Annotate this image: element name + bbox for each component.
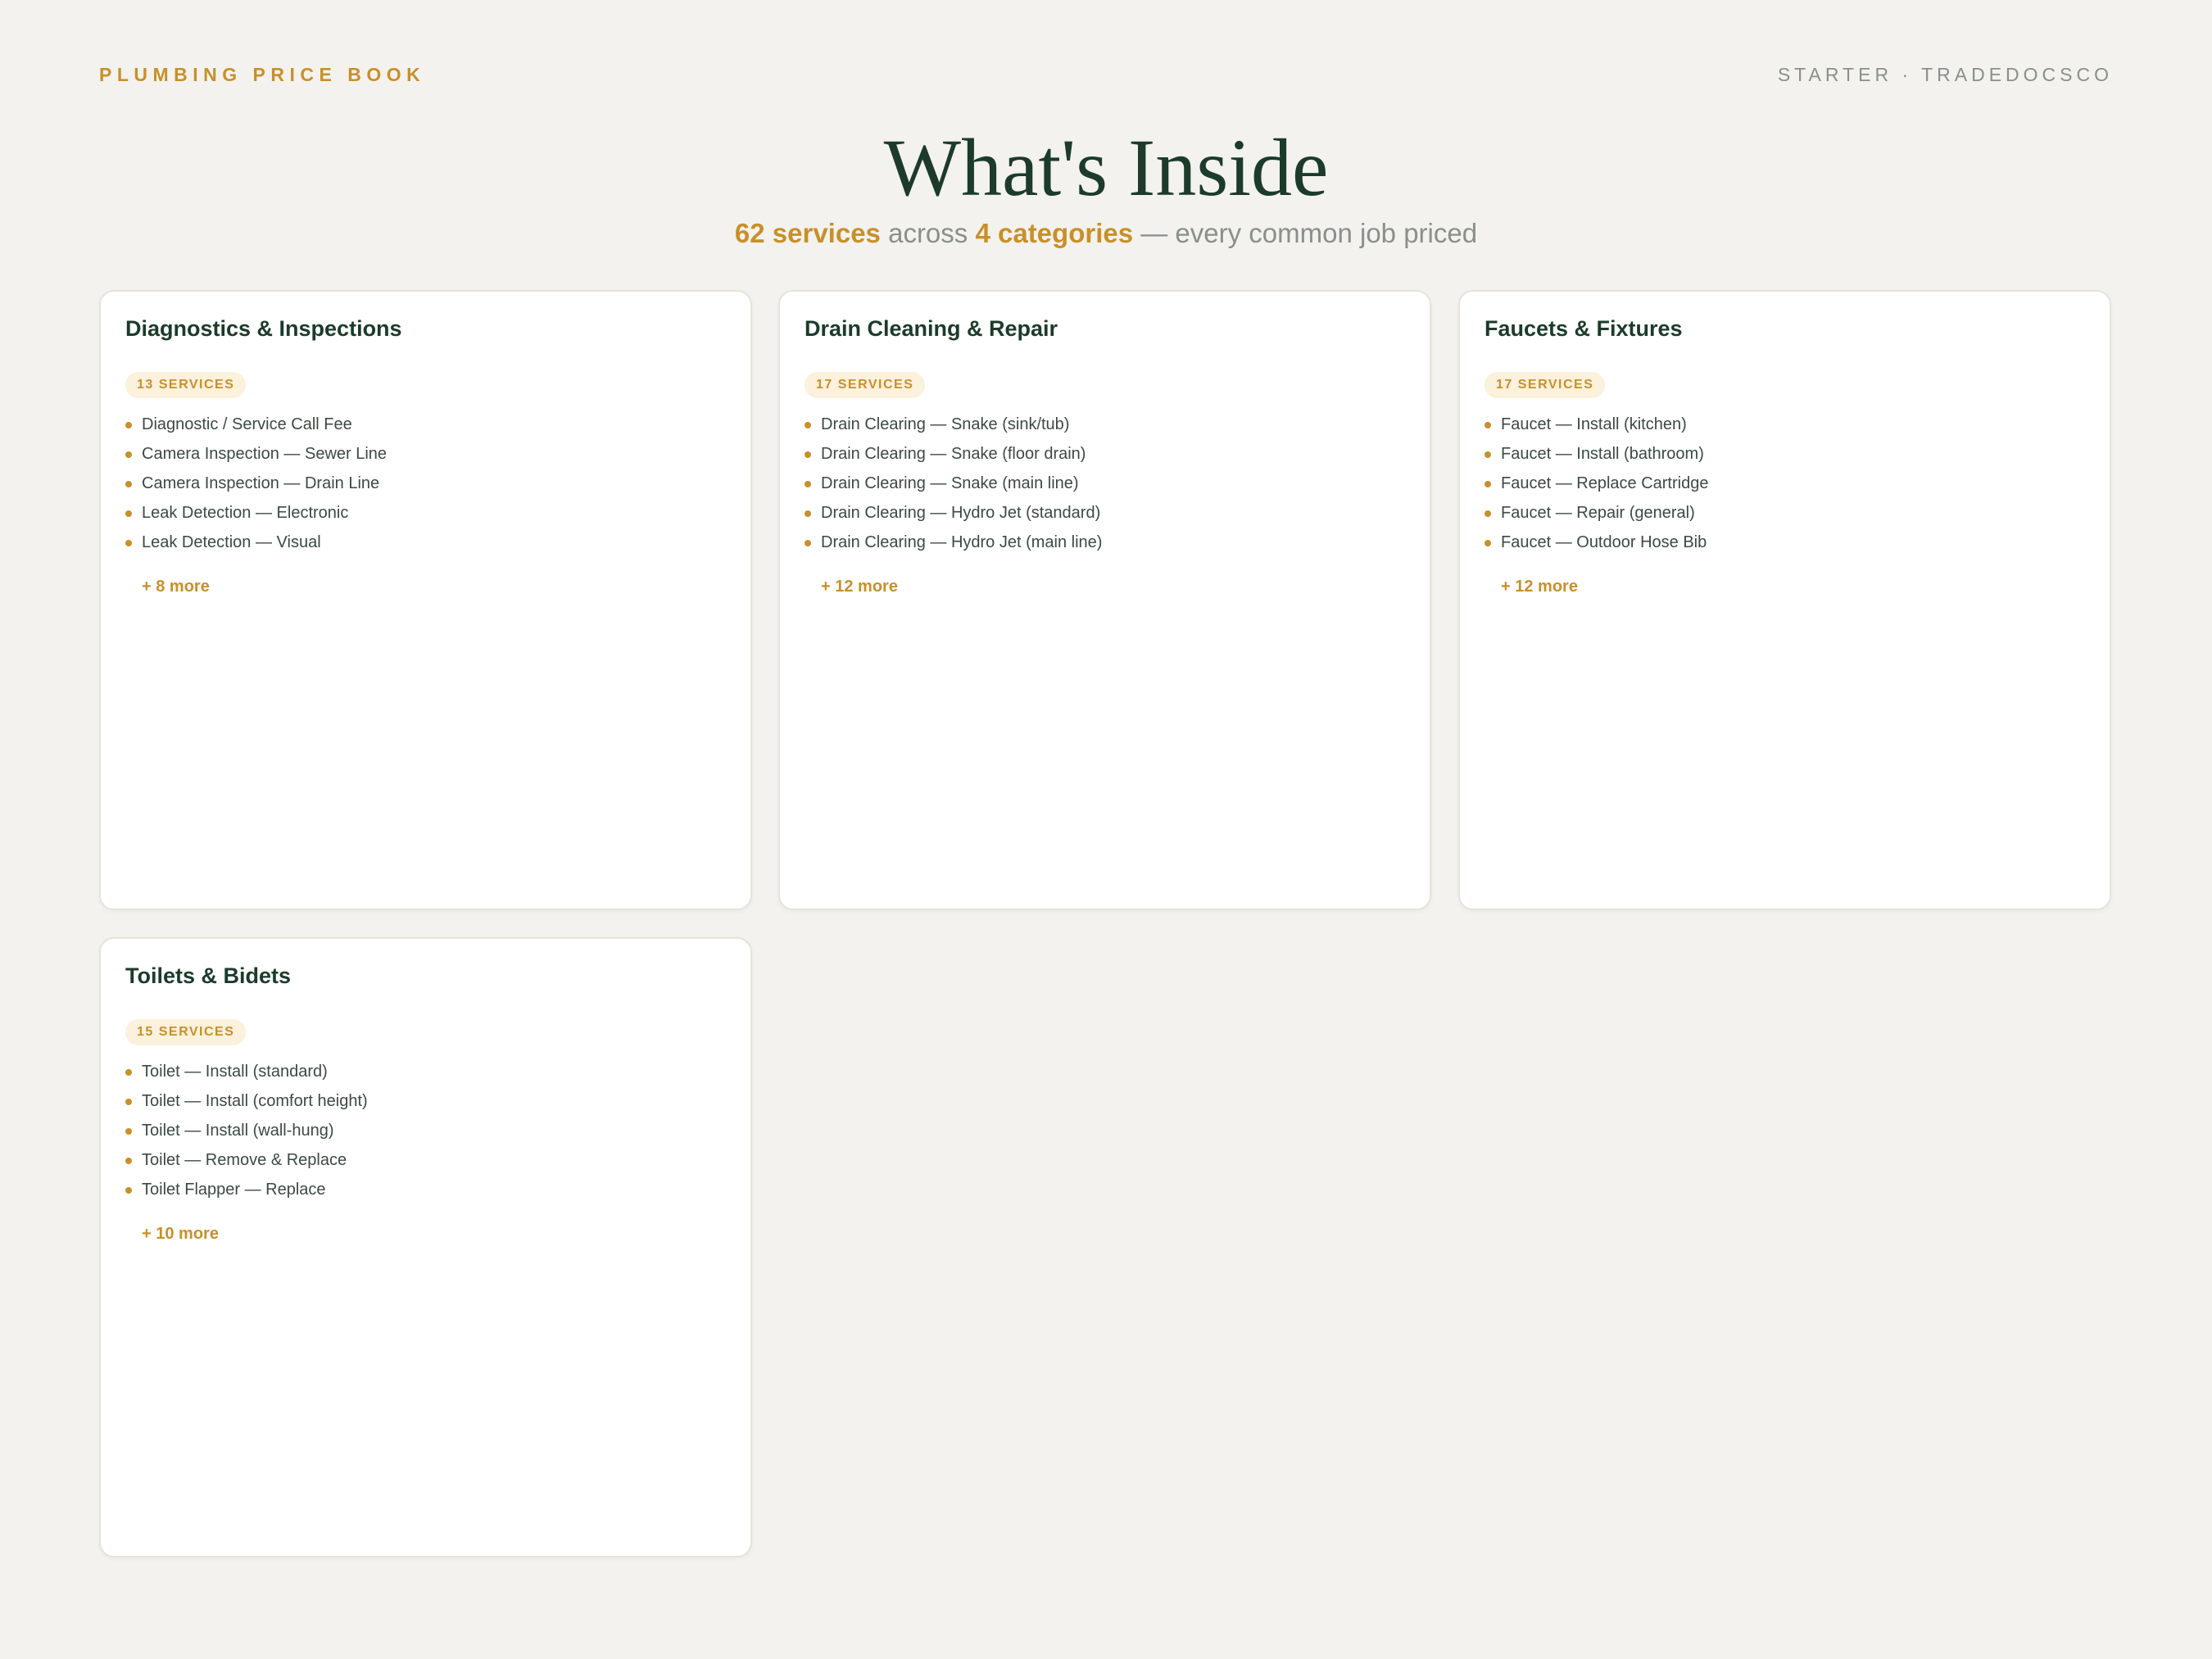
service-name: Leak Detection — Visual [142, 533, 321, 551]
service-name: Camera Inspection — Drain Line [142, 474, 380, 492]
list-item: Drain Clearing — Hydro Jet (standard) [805, 498, 1102, 528]
card-title: Drain Cleaning & Repair [805, 316, 1058, 341]
card-title: Toilets & Bidets [125, 963, 292, 988]
service-name: Diagnostic / Service Call Fee [142, 415, 352, 433]
service-name: Faucet — Outdoor Hose Bib [1501, 533, 1707, 551]
service-name: Toilet — Remove & Replace [142, 1151, 347, 1169]
service-name: Faucet — Install (bathroom) [1501, 445, 1704, 463]
services-badge: 17 SERVICES [1484, 372, 1606, 398]
card-title: Faucets & Fixtures [1484, 316, 1683, 341]
service-name: Toilet Flapper — Replace [142, 1181, 326, 1199]
list-item: Faucet — Outdoor Hose Bib [1484, 528, 1708, 557]
service-name: Camera Inspection — Sewer Line [142, 445, 388, 463]
categories-count: 4 categories [975, 218, 1134, 248]
list-item: Leak Detection — Electronic [125, 498, 387, 528]
list-item: Camera Inspection — Sewer Line [125, 439, 387, 469]
list-item: Faucet — Install (kitchen) [1484, 410, 1708, 439]
subtitle-across: across [888, 218, 968, 248]
service-name: Drain Clearing — Snake (sink/tub) [821, 415, 1070, 433]
service-list: Faucet — Install (kitchen) Faucet — Inst… [1484, 410, 1708, 557]
list-item: Toilet — Install (wall-hung) [125, 1116, 368, 1145]
bullet-icon [125, 510, 132, 517]
service-name: Faucet — Repair (general) [1501, 504, 1695, 522]
brand-label: PLUMBING PRICE BOOK [99, 64, 426, 85]
service-name: Leak Detection — Electronic [142, 504, 349, 522]
more-link[interactable]: + 12 more [1501, 572, 1578, 601]
service-list: Toilet — Install (standard) Toilet — Ins… [125, 1057, 368, 1204]
bullet-icon [1484, 540, 1491, 546]
edition-label: STARTER · TRADEDOCSCO [1777, 64, 2113, 85]
services-badge: 17 SERVICES [805, 372, 926, 398]
bullet-icon [125, 422, 132, 428]
list-item: Drain Clearing — Snake (floor drain) [805, 439, 1102, 469]
list-item: Faucet — Repair (general) [1484, 498, 1708, 528]
service-list: Drain Clearing — Snake (sink/tub) Drain … [805, 410, 1102, 557]
bullet-icon [125, 481, 132, 487]
bullet-icon [805, 510, 811, 517]
bullet-icon [805, 451, 811, 458]
list-item: Diagnostic / Service Call Fee [125, 410, 387, 439]
category-card-drain: Drain Cleaning & Repair 17 SERVICES Drai… [778, 290, 1431, 910]
service-list: Diagnostic / Service Call Fee Camera Ins… [125, 410, 387, 557]
bullet-icon [805, 481, 811, 487]
list-item: Drain Clearing — Snake (sink/tub) [805, 410, 1102, 439]
page-subtitle: 62 services across 4 categories — every … [0, 217, 2212, 250]
more-link[interactable]: + 8 more [142, 572, 210, 601]
bullet-icon [805, 422, 811, 428]
more-link[interactable]: + 10 more [142, 1219, 219, 1249]
bullet-icon [125, 1128, 132, 1135]
services-badge: 13 SERVICES [125, 372, 247, 398]
list-item: Toilet — Install (comfort height) [125, 1086, 368, 1116]
list-item: Toilet — Install (standard) [125, 1057, 368, 1086]
list-item: Leak Detection — Visual [125, 528, 387, 557]
list-item: Drain Clearing — Hydro Jet (main line) [805, 528, 1102, 557]
services-count: 62 services [734, 218, 881, 248]
service-name: Toilet — Install (standard) [142, 1063, 328, 1081]
list-item: Toilet — Remove & Replace [125, 1145, 368, 1175]
category-card-toilets: Toilets & Bidets 15 SERVICES Toilet — In… [99, 937, 752, 1557]
service-name: Toilet — Install (wall-hung) [142, 1122, 334, 1140]
bullet-icon [125, 1069, 132, 1076]
page-title: What's Inside [883, 122, 1329, 213]
category-card-faucets: Faucets & Fixtures 17 SERVICES Faucet — … [1458, 290, 2111, 910]
list-item: Toilet Flapper — Replace [125, 1175, 368, 1204]
bullet-icon [1484, 510, 1491, 517]
bullet-icon [1484, 422, 1491, 428]
service-name: Drain Clearing — Snake (floor drain) [821, 445, 1086, 463]
bullet-icon [125, 540, 132, 546]
service-name: Faucet — Replace Cartridge [1501, 474, 1709, 492]
subtitle-tail: — every common job priced [1140, 218, 1478, 248]
bullet-icon [125, 451, 132, 458]
bullet-icon [125, 1099, 132, 1105]
list-item: Drain Clearing — Snake (main line) [805, 469, 1102, 498]
list-item: Faucet — Replace Cartridge [1484, 469, 1708, 498]
service-name: Drain Clearing — Hydro Jet (standard) [821, 504, 1101, 522]
bullet-icon [805, 540, 811, 546]
bullet-icon [125, 1187, 132, 1194]
list-item: Camera Inspection — Drain Line [125, 469, 387, 498]
list-item: Faucet — Install (bathroom) [1484, 439, 1708, 469]
service-name: Drain Clearing — Snake (main line) [821, 474, 1079, 492]
category-card-diagnostics: Diagnostics & Inspections 13 SERVICES Di… [99, 290, 752, 910]
more-link[interactable]: + 12 more [821, 572, 898, 601]
card-title: Diagnostics & Inspections [125, 316, 402, 341]
service-name: Toilet — Install (comfort height) [142, 1092, 368, 1110]
services-badge: 15 SERVICES [125, 1019, 247, 1045]
bullet-icon [1484, 451, 1491, 458]
bullet-icon [1484, 481, 1491, 487]
service-name: Faucet — Install (kitchen) [1501, 415, 1687, 433]
service-name: Drain Clearing — Hydro Jet (main line) [821, 533, 1103, 551]
bullet-icon [125, 1158, 132, 1164]
